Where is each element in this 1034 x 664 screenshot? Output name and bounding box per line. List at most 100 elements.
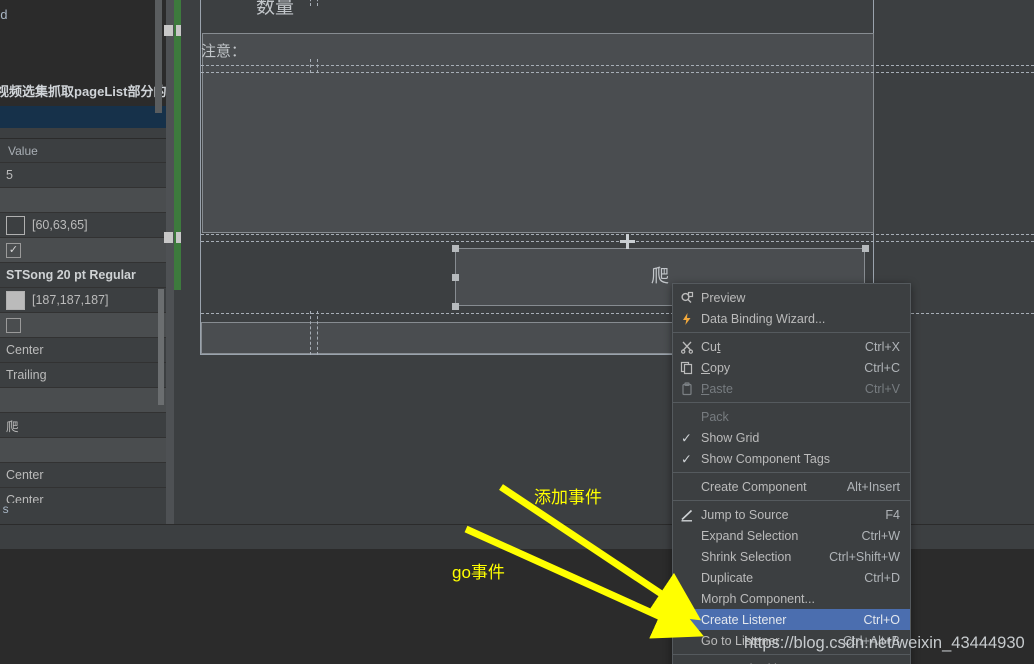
properties-column-header-value: Value [0, 139, 166, 163]
checkbox-checked-icon[interactable]: ✓ [6, 242, 21, 258]
version-control-change-bar [174, 0, 181, 290]
menu-separator [673, 402, 910, 403]
code-editor-fragment[interactable]: d 视频选集抓取pageList部分的a [0, 0, 166, 128]
grid-guide-v6 [317, 311, 318, 355]
checkbox-unchecked-icon[interactable] [6, 317, 21, 333]
property-value-text: STSong 20 pt Regular [6, 268, 136, 282]
annotation-label-go-event: go事件 [452, 563, 505, 582]
properties-row-list: 5 [60,63,65] ✓ STSong 20 pt Regular [187,187… [0, 163, 166, 513]
scissors-icon [679, 339, 695, 355]
menu-item-label: Show Component Tags [701, 451, 831, 466]
canvas-label-pa: 爬 [651, 266, 669, 286]
property-row[interactable] [0, 313, 166, 338]
menu-item-show-component-tags[interactable]: ✓ Show Component Tags [673, 448, 910, 469]
annotation-label-add-event: 添加事件 [534, 488, 602, 507]
menu-item-shortcut: Ctrl+X [864, 339, 900, 354]
move-handle-icon[interactable] [620, 234, 635, 249]
menu-item-expand-selection[interactable]: Expand Selection Ctrl+W [673, 525, 910, 546]
selection-handle-ml[interactable] [452, 274, 459, 281]
menu-item-paste: Paste Ctrl+V [673, 378, 910, 399]
grid-guide-h2 [201, 72, 1034, 73]
menu-item-label: Copy [701, 360, 731, 375]
menu-item-label: Create Listener [701, 612, 787, 627]
selection-handle-bl[interactable] [452, 303, 459, 310]
property-row[interactable]: [187,187,187] [0, 288, 166, 313]
menu-item-shortcut: Ctrl+V [864, 381, 900, 396]
menu-item-create-component[interactable]: Create Component Alt+Insert [673, 476, 910, 497]
editor-vertical-scrollbar[interactable] [155, 0, 162, 113]
editor-text-line-a: d [0, 8, 8, 23]
menu-separator [673, 654, 910, 655]
selection-handle-tr[interactable] [862, 245, 869, 252]
check-icon: ✓ [681, 451, 692, 466]
menu-item-label: Shrink Selection [701, 549, 792, 564]
menu-item-label: Morph Component... [701, 591, 815, 606]
grid-guide-v5 [310, 311, 311, 355]
property-value-text: Trailing [6, 368, 47, 382]
menu-item-copy[interactable]: Copy Ctrl+C [673, 357, 910, 378]
menu-separator [673, 472, 910, 473]
menu-item-label: Paste [701, 381, 733, 396]
menu-item-data-binding-wizard[interactable]: Data Binding Wizard... [673, 308, 910, 329]
preview-icon [679, 290, 695, 306]
property-row[interactable]: Center [0, 338, 166, 363]
menu-item-shortcut: Alt+Insert [846, 479, 900, 494]
menu-item-label: Show Grid [701, 430, 760, 445]
property-row[interactable]: ✓ [0, 238, 166, 263]
menu-item-surround-with[interactable]: Surround With... [673, 658, 910, 664]
menu-separator [673, 332, 910, 333]
menu-item-shrink-selection[interactable]: Shrink Selection Ctrl+Shift+W [673, 546, 910, 567]
menu-item-label: Cut [701, 339, 721, 354]
color-swatch-icon [6, 215, 25, 235]
property-row[interactable] [0, 438, 166, 463]
context-menu[interactable]: Preview Data Binding Wizard... Cut Ctrl+X Co… [672, 283, 911, 664]
menu-item-label: Pack [701, 409, 729, 424]
check-icon: ✓ [681, 430, 692, 445]
editor-text-line-b: 视频选集抓取pageList部分的a [0, 84, 166, 99]
property-row[interactable]: [60,63,65] [0, 213, 166, 238]
editor-gutter [166, 0, 174, 540]
menu-item-cut[interactable]: Cut Ctrl+X [673, 336, 910, 357]
properties-panel: Value 5 [60,63,65] ✓ STSong 20 pt Regular [1… [0, 138, 166, 524]
property-value-text: Center [6, 468, 44, 482]
selection-handle-tl[interactable] [452, 245, 459, 252]
menu-item-duplicate[interactable]: Duplicate Ctrl+D [673, 567, 910, 588]
menu-item-label: Duplicate [701, 570, 754, 585]
menu-item-preview[interactable]: Preview [673, 287, 910, 308]
property-value-text: 5 [6, 168, 13, 182]
grid-guide-v3 [310, 59, 311, 73]
menu-item-label: Preview [701, 290, 746, 305]
property-value-text: [187,187,187] [32, 293, 109, 307]
grid-guide-h4 [201, 241, 1034, 242]
canvas-label-note: 注意： [201, 43, 247, 60]
canvas-label-quantity: 数量 [256, 0, 295, 18]
copy-icon [679, 360, 695, 376]
menu-item-label: Jump to Source [701, 507, 789, 522]
menu-item-create-listener[interactable]: Create Listener Ctrl+O [673, 609, 910, 630]
property-row[interactable]: Trailing [0, 363, 166, 388]
color-swatch-icon [6, 290, 25, 310]
property-row[interactable]: 5 [0, 163, 166, 188]
lightning-icon [679, 311, 695, 327]
menu-item-label: Data Binding Wizard... [701, 311, 826, 326]
property-row[interactable] [0, 188, 166, 213]
clipboard-icon [679, 381, 695, 397]
property-row[interactable]: STSong 20 pt Regular [0, 263, 166, 288]
menu-item-morph-component[interactable]: Morph Component... [673, 588, 910, 609]
menu-item-shortcut: Ctrl+C [864, 360, 900, 375]
property-row[interactable] [0, 388, 166, 413]
properties-vertical-scrollbar[interactable] [158, 289, 164, 405]
menu-item-shortcut: Ctrl+W [861, 528, 900, 543]
property-value-text: 爬 [6, 419, 19, 434]
grid-guide-h1 [201, 65, 1034, 66]
menu-item-label: Expand Selection [701, 528, 799, 543]
editor-selected-line[interactable] [0, 106, 166, 128]
property-row[interactable]: 爬 [0, 413, 166, 438]
property-row[interactable]: Center [0, 463, 166, 488]
grid-guide-v2 [317, 0, 318, 6]
canvas-textarea-note[interactable] [202, 33, 874, 233]
menu-item-jump-to-source[interactable]: Jump to Source F4 [673, 504, 910, 525]
menu-item-show-grid[interactable]: ✓ Show Grid [673, 427, 910, 448]
pencil-icon [679, 507, 695, 523]
menu-item-shortcut: Ctrl+O [863, 612, 900, 627]
